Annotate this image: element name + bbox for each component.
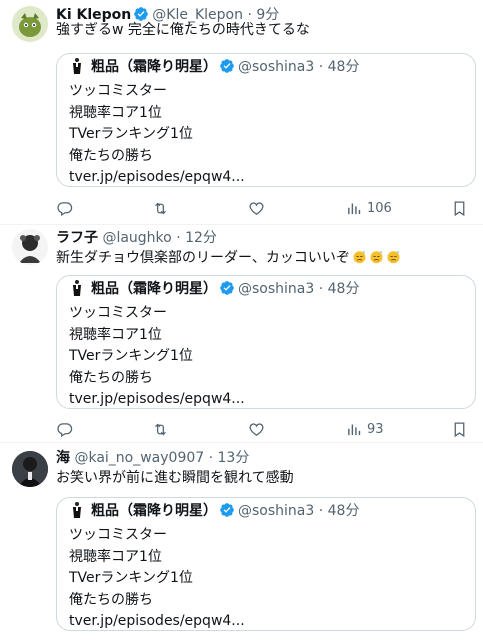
quoted-handle: @soshina3 bbox=[238, 503, 315, 519]
quoted-text-line: TVerランキング1位 bbox=[69, 348, 193, 364]
quoted-display-name: 粗品（霜降り明星） bbox=[91, 503, 217, 519]
quoted-text-line: 視聴率コア1位 bbox=[69, 326, 162, 343]
quoted-text-line: ツッコミスター bbox=[69, 527, 167, 543]
display-name[interactable]: 海 bbox=[56, 450, 70, 466]
quoted-text-line: TVerランキング1位 bbox=[69, 570, 193, 586]
quoted-text-line: 俺たちの勝ち bbox=[69, 591, 153, 608]
views-icon bbox=[348, 203, 361, 214]
quoted-handle: @soshina3 bbox=[238, 59, 315, 75]
quoted-handle: @soshina3 bbox=[238, 281, 315, 297]
quoted-avatar bbox=[69, 280, 85, 296]
tweet[interactable]: Ki Klepon @Kle_Klepon · 9分 強すぎるw 完全に俺たちの時… bbox=[0, 0, 483, 224]
sweat-emoji-icon bbox=[387, 250, 400, 264]
quoted-text-line: ツッコミスター bbox=[69, 83, 167, 99]
quoted-tweet[interactable]: 粗品（霜降り明星） @soshina3 · 48分 ツッコミスター 視聴率コア1位… bbox=[56, 275, 476, 409]
quoted-avatar bbox=[69, 58, 85, 74]
quoted-text-line: TVerランキング1位 bbox=[69, 126, 193, 142]
quoted-text-line: 視聴率コア1位 bbox=[69, 104, 162, 121]
reply-button[interactable] bbox=[56, 419, 73, 439]
verified-badge-icon bbox=[219, 58, 235, 79]
avatar[interactable] bbox=[12, 6, 48, 42]
reply-icon bbox=[57, 201, 73, 216]
quoted-text-line: 俺たちの勝ち bbox=[69, 369, 153, 386]
quoted-tweet[interactable]: 粗品（霜降り明星） @soshina3 · 48分 ツッコミスター 視聴率コア1位… bbox=[56, 53, 476, 187]
views-count: 93 bbox=[367, 421, 384, 437]
tweet[interactable]: 海 @kai_no_way0907 · 13分 お笑い界が前に進む瞬間を観れて感… bbox=[0, 443, 483, 640]
avatar[interactable] bbox=[12, 229, 48, 265]
retweet-icon bbox=[155, 423, 166, 435]
bookmark-icon bbox=[454, 200, 465, 216]
retweet-button[interactable] bbox=[152, 198, 169, 218]
views-count: 106 bbox=[367, 200, 392, 216]
like-button[interactable] bbox=[248, 198, 265, 218]
views-button[interactable]: 106 bbox=[346, 198, 392, 218]
display-name[interactable]: ラフ子 bbox=[56, 230, 98, 246]
reply-icon bbox=[57, 422, 73, 437]
timestamp[interactable]: · 13分 bbox=[209, 450, 250, 466]
quoted-timestamp: · 48分 bbox=[318, 281, 360, 297]
handle[interactable]: @laughko bbox=[102, 230, 171, 246]
views-button[interactable]: 93 bbox=[346, 419, 384, 439]
bookmark-icon bbox=[454, 421, 465, 437]
retweet-icon bbox=[155, 202, 166, 214]
views-icon bbox=[348, 424, 361, 435]
reply-button[interactable] bbox=[56, 198, 73, 218]
quoted-timestamp: · 48分 bbox=[318, 59, 360, 75]
quoted-text-line: 俺たちの勝ち bbox=[69, 147, 153, 164]
like-icon bbox=[249, 422, 264, 436]
bookmark-button[interactable] bbox=[451, 198, 468, 218]
handle[interactable]: @kai_no_way0907 bbox=[74, 450, 204, 466]
quoted-tweet[interactable]: 粗品（霜降り明星） @soshina3 · 48分 ツッコミスター 視聴率コア1位… bbox=[56, 497, 476, 631]
avatar[interactable] bbox=[12, 451, 48, 487]
quoted-avatar bbox=[69, 502, 85, 518]
tweet-text-wrap: 新生ダチョウ倶楽部のリーダー、カッコいいぞ bbox=[56, 249, 401, 267]
tweet[interactable]: ラフ子 @laughko · 12分 新生ダチョウ倶楽部のリーダー、カッコいいぞ… bbox=[0, 225, 483, 442]
quoted-timestamp: · 48分 bbox=[318, 503, 360, 519]
retweet-button[interactable] bbox=[152, 419, 169, 439]
sweat-emoji-icon bbox=[353, 250, 366, 264]
timestamp[interactable]: · 12分 bbox=[176, 230, 217, 246]
tweet-text: お笑い界が前に進む瞬間を観れて感動 bbox=[56, 470, 294, 486]
verified-badge-icon bbox=[219, 502, 235, 523]
like-icon bbox=[249, 201, 264, 215]
like-button[interactable] bbox=[248, 419, 265, 439]
quoted-link[interactable]: tver.jp/episodes/epqw4... bbox=[69, 389, 245, 411]
quoted-text-line: 視聴率コア1位 bbox=[69, 548, 162, 565]
quoted-display-name: 粗品（霜降り明星） bbox=[91, 59, 217, 75]
bookmark-button[interactable] bbox=[451, 419, 468, 439]
quoted-text-line: ツッコミスター bbox=[69, 305, 167, 321]
tweet-text: 新生ダチョウ倶楽部のリーダー、カッコいいぞ bbox=[56, 250, 350, 266]
tweet-text: 強すぎるw 完全に俺たちの時代きてるな bbox=[56, 22, 310, 38]
quoted-link[interactable]: tver.jp/episodes/epqw4... bbox=[69, 167, 245, 189]
quoted-display-name: 粗品（霜降り明星） bbox=[91, 281, 217, 297]
quoted-link[interactable]: tver.jp/episodes/epqw4... bbox=[69, 611, 245, 633]
verified-badge-icon bbox=[219, 280, 235, 301]
sweat-emoji-icon bbox=[370, 250, 383, 264]
